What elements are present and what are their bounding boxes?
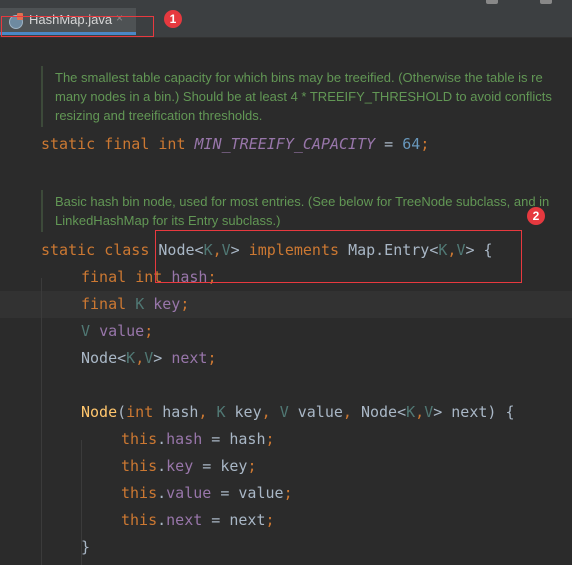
param-name: key <box>225 403 262 421</box>
code-line: static final int MIN_TREEIFY_CAPACITY = … <box>41 131 429 158</box>
code-line: Node(int hash, K key, V value, Node<K,V>… <box>81 403 515 421</box>
keyword: class <box>104 241 150 259</box>
constant-name: MIN_TREEIFY_CAPACITY <box>194 135 376 153</box>
code-editor[interactable]: The smallest table capacity for which bi… <box>0 38 572 565</box>
code-line: this.hash = hash; <box>121 430 275 448</box>
field-name: value <box>99 322 145 340</box>
doc-comment: The smallest table capacity for which bi… <box>41 66 572 127</box>
keyword: this <box>121 457 158 475</box>
number-literal: 64 <box>402 135 421 153</box>
closing-brace: } <box>81 538 91 556</box>
keyword: final <box>81 268 127 286</box>
field-name: key <box>166 457 194 475</box>
type-param: V <box>144 349 154 367</box>
doc-line: The smallest table capacity for which bi… <box>55 70 543 85</box>
keyword: final <box>104 135 150 153</box>
type-param: K <box>126 349 136 367</box>
param-name: next <box>442 403 488 421</box>
code-line: Node<K,V> next; <box>81 349 217 367</box>
code-line: this.next = next; <box>121 511 275 529</box>
annotation-box-1 <box>1 16 154 37</box>
keyword: this <box>121 511 158 529</box>
keyword: this <box>121 430 158 448</box>
type-param: V <box>424 403 434 421</box>
doc-line: Basic hash bin node, used for most entri… <box>55 194 550 209</box>
field-name: next <box>171 349 208 367</box>
type-param: V <box>81 322 91 340</box>
keyword: int <box>158 135 186 153</box>
keyword: final <box>81 295 127 313</box>
field-name: value <box>166 484 212 502</box>
type-param: K <box>216 403 226 421</box>
code-line: } <box>81 534 90 561</box>
annotation-box-2 <box>155 230 522 283</box>
field-name: next <box>166 511 203 529</box>
type-param: K <box>406 403 416 421</box>
semicolon: ; <box>420 135 430 153</box>
type-param: V <box>279 403 289 421</box>
code-line: V value; <box>81 322 154 340</box>
keyword: static <box>41 241 96 259</box>
keyword: int <box>126 403 154 421</box>
doc-line: LinkedHashMap for its Entry subclass.) <box>55 213 281 228</box>
operator: = <box>375 135 403 153</box>
code-line: final K key; <box>81 295 190 313</box>
class-name: Node <box>81 349 118 367</box>
annotation-badge-1: 1 <box>164 10 182 28</box>
indent-guide <box>41 278 42 565</box>
param-name: hash <box>153 403 199 421</box>
toolbar-icons <box>482 0 572 6</box>
keyword: static <box>41 135 96 153</box>
code-line: this.key = key; <box>121 457 257 475</box>
toolbar-icon[interactable] <box>486 0 498 4</box>
constructor-name: Node <box>81 403 118 421</box>
annotation-badge-2: 2 <box>527 207 545 225</box>
code-line: this.value = value; <box>121 484 293 502</box>
doc-comment: Basic hash bin node, used for most entri… <box>41 190 572 232</box>
param-name: value <box>288 403 343 421</box>
class-name: Node <box>360 403 398 421</box>
doc-line: many nodes in a bin.) Should be at least… <box>55 89 552 104</box>
field-name: key <box>153 295 181 313</box>
keyword: this <box>121 484 158 502</box>
doc-line: resizing and treeification thresholds. <box>55 108 263 123</box>
toolbar-icon[interactable] <box>540 0 552 4</box>
field-name: hash <box>166 430 203 448</box>
type-param: K <box>135 295 145 313</box>
